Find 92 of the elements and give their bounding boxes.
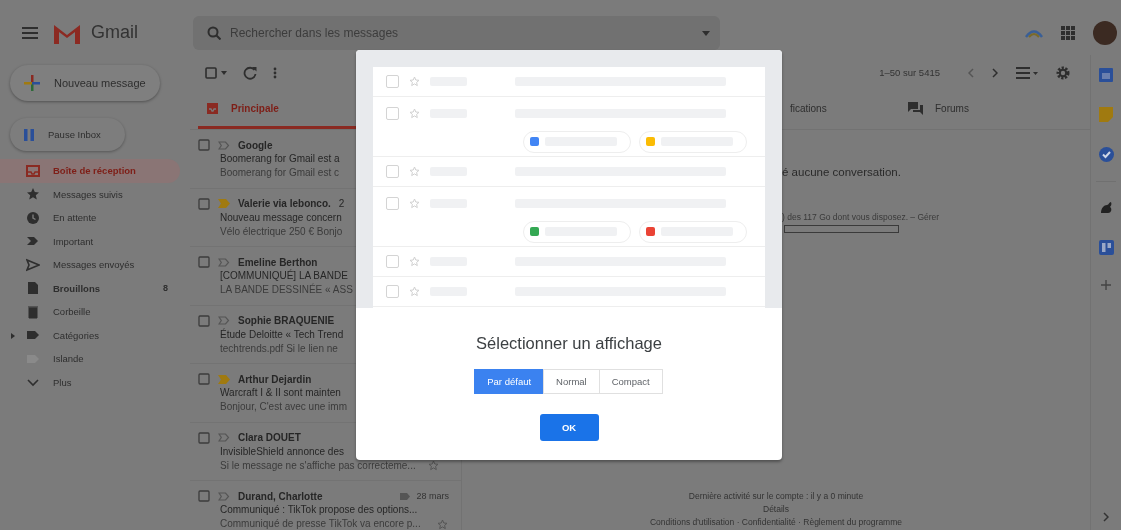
- view-option[interactable]: Normal: [543, 369, 600, 394]
- page-range: 1–50 sur 5415: [879, 67, 940, 78]
- pause-inbox-button[interactable]: Pause Inbox: [10, 118, 125, 151]
- sidebar-item[interactable]: En attente: [0, 206, 180, 230]
- message-subject: Étude Deloitte « Tech Trend: [220, 327, 344, 342]
- apps-grid-icon[interactable]: [1061, 25, 1075, 40]
- checkbox[interactable]: [198, 197, 210, 210]
- menu-icon[interactable]: [22, 26, 38, 39]
- importance-marker-icon[interactable]: [218, 491, 230, 501]
- importance-marker-icon[interactable]: [218, 257, 230, 267]
- checkbox[interactable]: [205, 66, 217, 79]
- clock-icon: [26, 210, 40, 225]
- chevron-right-icon[interactable]: [992, 67, 998, 78]
- checkbox[interactable]: [198, 490, 210, 502]
- importance-marker-icon[interactable]: [218, 374, 230, 384]
- sender-name: Emeline Berthon: [238, 256, 318, 268]
- importance-marker-icon[interactable]: [218, 140, 230, 150]
- sender-name: Arthur Dejardin: [238, 373, 312, 385]
- settings-icon[interactable]: [1056, 65, 1070, 80]
- tab[interactable]: Forums: [894, 90, 969, 129]
- inbox-icon: [26, 163, 40, 178]
- sender-name: Clara DOUET: [238, 432, 301, 443]
- message-subject: Communiqué : TikTok propose des options...: [220, 503, 418, 517]
- star-icon[interactable]: [427, 460, 439, 471]
- search-icon[interactable]: [207, 25, 221, 40]
- board-icon[interactable]: [1098, 240, 1114, 255]
- refresh-icon[interactable]: [243, 65, 257, 80]
- message-snippet: Communiqué de presse TikTok va encore p...: [220, 517, 421, 530]
- sidebar-item[interactable]: Catégories: [0, 323, 180, 347]
- sender-name: Valerie via lebonco.: [238, 198, 331, 209]
- message-snippet: LA BANDE DESSINÉE « ASS: [220, 283, 353, 297]
- star-icon: [26, 187, 40, 202]
- plus-icon: [24, 75, 40, 91]
- app-name: Gmail: [91, 22, 138, 43]
- count-label: 8: [163, 283, 168, 294]
- sidebar-item[interactable]: Important: [0, 229, 180, 253]
- importance-marker-icon[interactable]: [218, 199, 230, 208]
- chevron-left-icon[interactable]: [968, 67, 974, 78]
- more-icon[interactable]: [273, 66, 277, 79]
- message-subject: InvisibleShield annonce des: [220, 444, 344, 459]
- caret-icon[interactable]: [702, 30, 710, 36]
- sender-name: Google: [238, 139, 273, 151]
- checkbox[interactable]: [198, 314, 210, 327]
- message-date: 28 mars: [416, 491, 449, 501]
- dialog-title: Sélectionner un affichage: [475, 334, 663, 353]
- message-subject: Warcraft I & II sont mainten: [220, 386, 341, 400]
- chat-icon: [908, 101, 923, 115]
- message-snippet: Bonjour, C'est avec une imm: [220, 400, 347, 414]
- sidebar-item[interactable]: Boîte de réception: [0, 159, 180, 183]
- colorful-arc-icon[interactable]: [1025, 27, 1043, 38]
- pause-icon: [24, 128, 34, 141]
- empty-message: é aucune conversation.: [782, 166, 902, 178]
- trash-icon: [26, 304, 40, 319]
- sidebar-item[interactable]: Corbeille: [0, 300, 180, 324]
- sender-name: Durand, Charlotte: [238, 490, 323, 502]
- sender-name: Sophie BRAQUENIE: [238, 315, 335, 326]
- message-snippet: Vélo électrique 250 € Bonjo: [220, 224, 343, 239]
- inbox-icon: [206, 101, 219, 115]
- sidebar-item[interactable]: Messages envoyés: [0, 253, 180, 277]
- message-snippet: Si le message ne s'affiche pas correcteme...: [220, 458, 416, 473]
- footer-links[interactable]: Conditions d'utilisation · Confidentialité · Règlement du programme: [650, 517, 902, 527]
- caret-right-icon[interactable]: [11, 332, 15, 339]
- thread-count: 2: [338, 198, 345, 209]
- file-icon: [26, 281, 40, 296]
- checkbox[interactable]: [198, 373, 210, 385]
- avatar[interactable]: [1093, 20, 1117, 45]
- message-subject: Nouveau message concern: [220, 210, 342, 225]
- ok-button[interactable]: OK: [539, 414, 599, 441]
- message-subject: Boomerang for Gmail est a: [220, 152, 340, 166]
- checkbox[interactable]: [198, 431, 210, 444]
- chevron-right-icon[interactable]: [1103, 512, 1109, 522]
- compose-button[interactable]: Nouveau message: [10, 65, 160, 101]
- caret-icon[interactable]: [221, 70, 227, 75]
- checkbox[interactable]: [198, 256, 210, 268]
- view-option[interactable]: Compact: [598, 369, 663, 394]
- details-link[interactable]: Détails: [763, 504, 789, 514]
- sidebar-item[interactable]: Islande: [0, 347, 180, 371]
- message-subject: [COMMUNIQUÉ] LA BANDE: [220, 269, 348, 283]
- importance-marker-icon[interactable]: [218, 316, 230, 325]
- label-icon: [400, 492, 411, 500]
- star-icon[interactable]: [436, 518, 448, 530]
- send-icon: [26, 257, 40, 272]
- tasks-icon[interactable]: [1098, 147, 1114, 162]
- density-icon[interactable]: [1016, 66, 1038, 79]
- checkbox[interactable]: [198, 139, 210, 151]
- importance-marker-icon[interactable]: [218, 433, 230, 442]
- sidebar-item[interactable]: Brouillons 8: [0, 276, 180, 300]
- calendar-icon[interactable]: [1099, 67, 1113, 82]
- sidebar-item[interactable]: Plus: [0, 370, 180, 394]
- plus-icon[interactable]: [1101, 280, 1111, 290]
- view-option[interactable]: Par défaut: [474, 369, 545, 394]
- sidebar-item[interactable]: Messages suivis: [0, 182, 180, 206]
